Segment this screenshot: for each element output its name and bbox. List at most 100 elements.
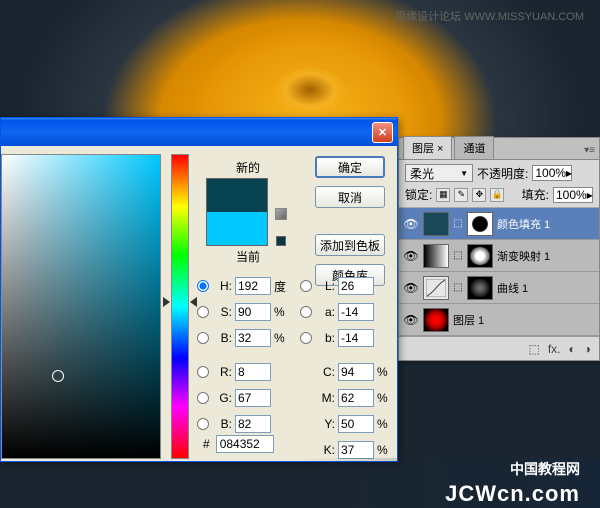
layer-item-curves[interactable]: 👁 ⬚ 曲线 1 (399, 272, 599, 304)
layer-thumb[interactable] (423, 308, 449, 332)
layer-thumb[interactable] (423, 276, 449, 300)
g-label: G: (212, 391, 232, 405)
l-input[interactable] (338, 277, 374, 295)
a-label: a: (315, 305, 335, 319)
degree-unit: 度 (274, 278, 288, 295)
link-icon: ⬚ (453, 218, 463, 229)
mask-icon[interactable]: ◐ (569, 342, 576, 356)
visibility-icon[interactable]: 👁 (403, 312, 419, 328)
lock-label: 锁定: (405, 186, 432, 203)
layer-mask-thumb[interactable] (467, 276, 493, 300)
hue-arrow-icon (190, 297, 197, 307)
pct-unit: % (274, 331, 288, 345)
color-field[interactable] (1, 154, 161, 459)
new-color-label: 新的 (236, 159, 260, 176)
h-input[interactable] (235, 277, 271, 295)
layers-footer: ⬚ fx. ◐ ◑ (399, 336, 599, 360)
b-input[interactable] (235, 329, 271, 347)
watermark-top: 思缘设计论坛 WWW.MISSYUAN.COM (395, 8, 584, 24)
bb-input[interactable] (235, 415, 271, 433)
layer-name[interactable]: 颜色填充 1 (497, 216, 595, 232)
fx-icon[interactable]: fx. (548, 342, 561, 356)
current-color-label: 当前 (236, 248, 260, 265)
adjustment-icon[interactable]: ◑ (584, 342, 591, 356)
add-swatch-button[interactable]: 添加到色板 (315, 234, 385, 256)
fill-input[interactable]: 100%▸ (553, 187, 593, 203)
layers-panel: 图层 × 通道 ▾≡ 柔光▼ 不透明度: 100%▸ 锁定: ▦ ✎ ✥ 🔒 填… (398, 137, 600, 361)
r-input[interactable] (235, 363, 271, 381)
link-layers-icon[interactable]: ⬚ (528, 342, 539, 356)
b-label: B: (212, 331, 232, 345)
m-input[interactable] (338, 389, 374, 407)
link-icon: ⬚ (453, 250, 463, 261)
close-button[interactable]: ✕ (372, 122, 393, 143)
current-color-swatch (207, 212, 267, 245)
b-radio[interactable] (197, 332, 209, 344)
visibility-icon[interactable]: 👁 (403, 280, 419, 296)
lock-all-icon[interactable]: 🔒 (490, 188, 504, 202)
layer-item-colorfill[interactable]: 👁 ⬚ 颜色填充 1 (399, 208, 599, 240)
l-radio[interactable] (300, 280, 312, 292)
layer-list: 👁 ⬚ 颜色填充 1 👁 ⬚ 渐变映射 1 👁 ⬚ 曲线 1 👁 图层 1 (399, 208, 599, 336)
watermark-bottom: 中国教程网 JCWcn.com (0, 458, 600, 508)
panel-menu-icon[interactable]: ▾≡ (584, 145, 595, 159)
lock-paint-icon[interactable]: ✎ (454, 188, 468, 202)
lock-transparent-icon[interactable]: ▦ (436, 188, 450, 202)
lab-b-input[interactable] (338, 329, 374, 347)
layer-mask-thumb[interactable] (467, 212, 493, 236)
hex-input[interactable] (216, 435, 274, 453)
r-radio[interactable] (197, 366, 209, 378)
hue-arrow-icon (163, 297, 170, 307)
layer-item-layer1[interactable]: 👁 图层 1 (399, 304, 599, 336)
opacity-input[interactable]: 100%▸ (532, 165, 572, 181)
layer-name[interactable]: 渐变映射 1 (497, 248, 595, 264)
opacity-label: 不透明度: (477, 165, 528, 182)
g-radio[interactable] (197, 392, 209, 404)
layer-mask-thumb[interactable] (467, 244, 493, 268)
bb-label: B: (212, 417, 232, 431)
color-field-cursor[interactable] (52, 370, 64, 382)
blend-mode-select[interactable]: 柔光▼ (405, 164, 473, 182)
panel-tabs: 图层 × 通道 ▾≡ (399, 138, 599, 160)
visibility-icon[interactable]: 👁 (403, 248, 419, 264)
g-input[interactable] (235, 389, 271, 407)
s-radio[interactable] (197, 306, 209, 318)
bb-radio[interactable] (197, 418, 209, 430)
web-safe-swatch[interactable] (276, 236, 286, 246)
r-label: R: (212, 365, 232, 379)
layer-thumb[interactable] (423, 212, 449, 236)
c-label: C: (315, 365, 335, 379)
m-label: M: (315, 391, 335, 405)
layer-name[interactable]: 图层 1 (453, 312, 595, 328)
lab-b-radio[interactable] (300, 332, 312, 344)
layer-name[interactable]: 曲线 1 (497, 280, 595, 296)
layer-item-gradmap[interactable]: 👁 ⬚ 渐变映射 1 (399, 240, 599, 272)
c-input[interactable] (338, 363, 374, 381)
ok-button[interactable]: 确定 (315, 156, 385, 178)
new-color-swatch (207, 179, 267, 212)
lock-move-icon[interactable]: ✥ (472, 188, 486, 202)
cancel-button[interactable]: 取消 (315, 186, 385, 208)
tab-layers[interactable]: 图层 × (403, 136, 452, 159)
dialog-titlebar[interactable]: ✕ (1, 118, 397, 146)
s-input[interactable] (235, 303, 271, 321)
color-swatch[interactable] (206, 178, 268, 246)
layer-controls: 柔光▼ 不透明度: 100%▸ 锁定: ▦ ✎ ✥ 🔒 填充: 100%▸ (399, 160, 599, 208)
k-input[interactable] (338, 441, 374, 459)
s-label: S: (212, 305, 232, 319)
pct-unit: % (274, 305, 288, 319)
hue-slider[interactable] (171, 154, 189, 459)
layer-thumb[interactable] (423, 244, 449, 268)
web-safe-icon[interactable] (275, 208, 287, 220)
color-picker-dialog: ✕ 新的 当前 确定 取消 (0, 117, 398, 462)
y-input[interactable] (338, 415, 374, 433)
hex-label: # (203, 437, 210, 451)
a-radio[interactable] (300, 306, 312, 318)
link-icon: ⬚ (453, 282, 463, 293)
h-radio[interactable] (197, 280, 209, 292)
visibility-icon[interactable]: 👁 (403, 216, 419, 232)
a-input[interactable] (338, 303, 374, 321)
y-label: Y: (315, 417, 335, 431)
tab-channels[interactable]: 通道 (454, 136, 494, 159)
lab-b-label: b: (315, 331, 335, 345)
